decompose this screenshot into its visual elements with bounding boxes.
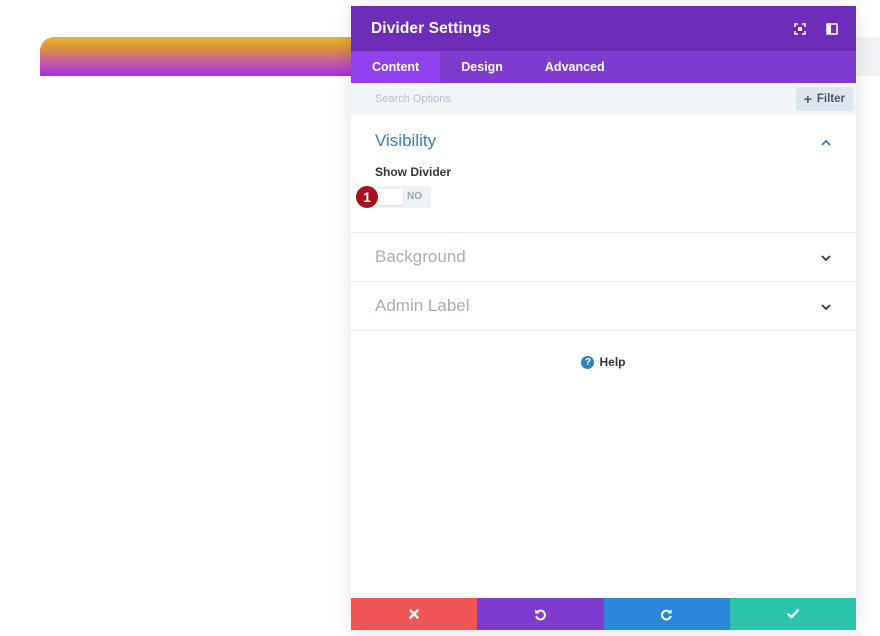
- redo-button[interactable]: [603, 598, 730, 630]
- header-icons: [794, 6, 838, 51]
- sidebar-dock-icon[interactable]: [826, 22, 838, 35]
- section-title-background[interactable]: Background: [375, 247, 466, 267]
- toggle-knob: [378, 189, 403, 205]
- toggle-value: NO: [407, 191, 422, 202]
- chevron-up-icon[interactable]: [820, 137, 832, 149]
- tab-content[interactable]: Content: [351, 51, 441, 83]
- save-button[interactable]: [729, 598, 856, 630]
- modal-footer: [351, 598, 856, 630]
- redo-icon: [661, 608, 672, 620]
- section-title-admin-label[interactable]: Admin Label: [375, 296, 470, 316]
- modal-body-spacer: [351, 369, 856, 598]
- chevron-down-icon[interactable]: [820, 301, 832, 313]
- modal-title: Divider Settings: [371, 19, 491, 37]
- show-divider-toggle-wrap: NO 1: [355, 185, 431, 209]
- plus-icon: +: [803, 91, 812, 107]
- step-number-badge: 1: [355, 185, 379, 209]
- cancel-button[interactable]: [351, 598, 478, 630]
- page-background-strip: [852, 37, 880, 76]
- modal-header: Divider Settings: [351, 6, 856, 51]
- undo-button[interactable]: [477, 598, 604, 630]
- show-divider-toggle[interactable]: NO: [375, 186, 431, 208]
- tab-design[interactable]: Design: [440, 51, 524, 83]
- section-admin-label[interactable]: Admin Label: [351, 282, 856, 331]
- help-link[interactable]: ? Help: [351, 355, 856, 369]
- page-divider-preview: [40, 37, 360, 76]
- field-label-show-divider: Show Divider: [375, 165, 452, 179]
- section-background[interactable]: Background: [351, 233, 856, 282]
- question-mark-icon: ?: [581, 355, 595, 369]
- fullscreen-icon[interactable]: [794, 22, 806, 35]
- save-check-icon: [786, 609, 799, 619]
- section-title-visibility[interactable]: Visibility: [375, 131, 832, 151]
- divider-settings-modal: Divider Settings Content Design Advanced…: [351, 6, 856, 630]
- help-label: Help: [599, 355, 626, 369]
- search-input[interactable]: [375, 93, 675, 105]
- undo-icon: [535, 608, 546, 620]
- filter-button[interactable]: + Filter: [795, 87, 853, 111]
- chevron-down-icon[interactable]: [820, 252, 832, 264]
- cancel-icon: [409, 609, 419, 619]
- tab-advanced[interactable]: Advanced: [524, 51, 626, 83]
- filter-label: Filter: [816, 93, 845, 105]
- tab-bar: Content Design Advanced: [351, 51, 856, 83]
- search-row: + Filter: [351, 83, 856, 115]
- section-visibility: Visibility Show Divider NO 1: [351, 115, 856, 233]
